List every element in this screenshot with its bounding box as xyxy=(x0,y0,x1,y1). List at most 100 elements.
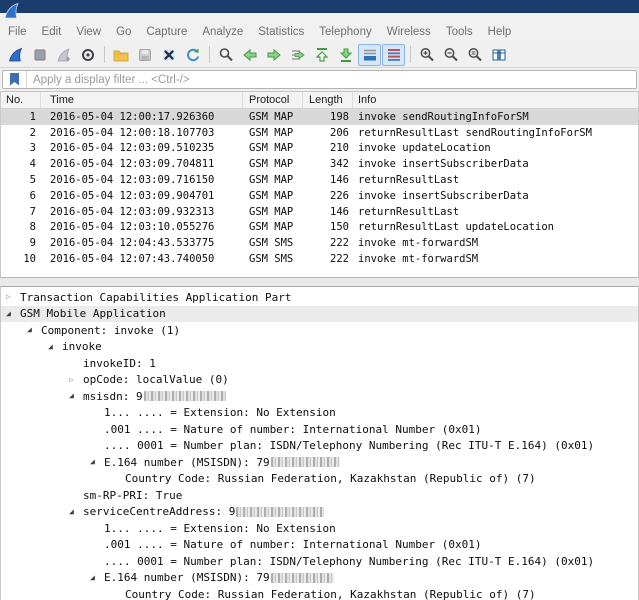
packet-row-2[interactable]: 2 2016-05-04 12:00:18.107703 GSM MAP 206 ret… xyxy=(1,125,638,141)
titlebar xyxy=(0,0,639,13)
detail-line-9[interactable]: .... 0001 = Number plan: ISDN/Telephony … xyxy=(1,438,638,455)
packet-row-10[interactable]: 10 2016-05-04 12:07:43.740050 GSM SMS 222 in… xyxy=(1,251,638,267)
pane-splitter[interactable] xyxy=(0,278,639,286)
packet-row-7[interactable]: 7 2016-05-04 12:03:09.932313 GSM MAP 146 ret… xyxy=(1,204,638,220)
go-forward-icon[interactable] xyxy=(262,44,285,66)
menu-tools[interactable]: Tools xyxy=(446,26,473,38)
zoom-out-icon[interactable] xyxy=(439,44,462,66)
tree-expanded-icon[interactable]: ◢ xyxy=(6,309,20,318)
tree-collapsed-icon[interactable]: ▷ xyxy=(6,293,20,301)
menu-help[interactable]: Help xyxy=(488,26,512,38)
detail-line-10[interactable]: ◢ E.164 number (MSISDN): 79 xyxy=(1,454,638,471)
reload-file-icon[interactable] xyxy=(181,44,204,66)
detail-line-17[interactable]: ◢ E.164 number (MSISDN): 79 xyxy=(1,570,638,587)
tree-expanded-icon[interactable]: ◢ xyxy=(90,458,104,466)
menu-capture[interactable]: Capture xyxy=(146,26,187,38)
detail-line-14[interactable]: 1... .... = Extension: No Extension xyxy=(1,520,638,537)
cell-no: 6 xyxy=(29,189,36,202)
tree-expanded-icon[interactable]: ◢ xyxy=(90,573,104,582)
detail-text: serviceCentreAddress: 9 xyxy=(83,505,236,519)
packet-row-9[interactable]: 9 2016-05-04 12:04:43.533775 GSM SMS 222 inv… xyxy=(1,235,638,251)
column-header-time[interactable]: Time xyxy=(41,92,243,108)
detail-text: .001 .... = Nature of number: Internatio… xyxy=(104,422,482,436)
detail-text: .... 0001 = Number plan: ISDN/Telephony … xyxy=(104,439,595,453)
detail-line-4[interactable]: invokeID: 1 xyxy=(1,355,638,372)
menu-go[interactable]: Go xyxy=(116,26,131,38)
column-header-length[interactable]: Length xyxy=(303,92,353,108)
detail-line-2[interactable]: ◢ Component: invoke (1) xyxy=(1,322,638,339)
cell-time: 2016-05-04 12:04:43.533775 xyxy=(50,237,215,250)
cell-info: returnResultLast updateLocation xyxy=(358,221,554,234)
packet-row-1[interactable]: 1 2016-05-04 12:00:17.926360 GSM MAP 198 inv… xyxy=(1,109,638,125)
detail-text: E.164 number (MSISDN): 79 xyxy=(104,455,270,469)
packet-row-3[interactable]: 3 2016-05-04 12:03:09.510235 GSM MAP 210 inv… xyxy=(1,141,638,157)
detail-line-0[interactable]: ▷ Transaction Capabilities Application Pa… xyxy=(1,289,638,306)
detail-line-5[interactable]: ▷ opCode: localValue (0) xyxy=(1,372,638,389)
cell-prot: GSM MAP xyxy=(249,221,294,234)
start-capture-fin-icon[interactable] xyxy=(4,44,27,66)
menu-bar: File Edit View Go Capture Analyze Statistics Te… xyxy=(0,22,639,42)
zoom-in-icon[interactable] xyxy=(415,44,438,66)
column-header-info[interactable]: Info xyxy=(353,92,638,108)
auto-scroll-icon[interactable] xyxy=(358,43,381,66)
detail-line-11[interactable]: Country Code: Russian Federation, Kazakh… xyxy=(1,471,638,488)
save-file-icon[interactable] xyxy=(133,44,156,66)
packet-row-8[interactable]: 8 2016-05-04 12:03:10.055276 GSM MAP 150 ret… xyxy=(1,220,638,236)
detail-line-6[interactable]: ◢ msisdn: 9 xyxy=(1,388,638,405)
menu-edit[interactable]: Edit xyxy=(42,26,62,38)
cell-info: invoke insertSubscriberData xyxy=(358,189,529,202)
cell-no: 7 xyxy=(29,205,36,218)
detail-text: .001 .... = Nature of number: Internatio… xyxy=(104,538,482,552)
cell-no: 5 xyxy=(29,174,36,187)
detail-line-3[interactable]: ◢ invoke xyxy=(1,339,638,356)
display-filter-input[interactable]: Apply a display filter ... <Ctrl-/> xyxy=(2,70,637,89)
detail-line-15[interactable]: .001 .... = Nature of number: Internatio… xyxy=(1,537,638,554)
detail-line-16[interactable]: .... 0001 = Number plan: ISDN/Telephony … xyxy=(1,553,638,570)
detail-line-18[interactable]: Country Code: Russian Federation, Kazakh… xyxy=(1,586,638,600)
tree-collapsed-icon[interactable]: ▷ xyxy=(69,375,83,384)
menu-statistics[interactable]: Statistics xyxy=(258,26,304,38)
close-file-icon[interactable] xyxy=(157,44,180,66)
open-file-folder-icon[interactable] xyxy=(109,44,132,66)
cell-prot: GSM SMS xyxy=(249,237,294,250)
column-header-no[interactable]: No. xyxy=(1,92,41,108)
go-to-bottom-icon[interactable] xyxy=(334,44,357,66)
cell-time: 2016-05-04 12:03:09.716150 xyxy=(50,174,215,187)
menu-wireless[interactable]: Wireless xyxy=(387,26,431,38)
tree-expanded-icon[interactable]: ◢ xyxy=(27,326,41,334)
find-packet-icon[interactable] xyxy=(214,44,237,66)
tree-expanded-icon[interactable]: ◢ xyxy=(69,392,83,400)
go-back-icon[interactable] xyxy=(238,44,261,66)
resize-columns-icon[interactable] xyxy=(487,44,510,66)
cell-no: 1 xyxy=(29,110,36,123)
menu-analyze[interactable]: Analyze xyxy=(202,26,243,38)
column-header-protocol[interactable]: Protocol xyxy=(243,92,303,108)
tree-expanded-icon[interactable]: ◢ xyxy=(69,507,83,516)
packet-row-6[interactable]: 6 2016-05-04 12:03:09.904701 GSM MAP 226 inv… xyxy=(1,188,638,204)
detail-line-7[interactable]: 1... .... = Extension: No Extension xyxy=(1,405,638,422)
go-to-packet-icon[interactable] xyxy=(286,44,309,66)
packet-row-4[interactable]: 4 2016-05-04 12:03:09.704811 GSM MAP 342 inv… xyxy=(1,156,638,172)
detail-line-8[interactable]: .001 .... = Nature of number: Internatio… xyxy=(1,421,638,438)
capture-options-icon[interactable] xyxy=(76,44,99,66)
detail-line-13[interactable]: ◢ serviceCentreAddress: 9 xyxy=(1,504,638,521)
restart-capture-fin-icon[interactable] xyxy=(52,44,75,66)
colorize-packets-icon[interactable] xyxy=(382,43,405,66)
zoom-reset-icon[interactable] xyxy=(463,44,486,66)
filter-bookmark-button[interactable] xyxy=(3,71,27,88)
cell-info: invoke insertSubscriberData xyxy=(358,158,529,171)
detail-line-12[interactable]: sm-RP-PRI: True xyxy=(1,487,638,504)
stop-capture-icon[interactable] xyxy=(28,44,51,66)
menu-file[interactable]: File xyxy=(8,26,27,38)
cell-info: returnResultLast sendRoutingInfoForSM xyxy=(358,126,592,139)
detail-line-1[interactable]: ◢ GSM Mobile Application xyxy=(1,305,638,322)
packet-row-5[interactable]: 5 2016-05-04 12:03:09.716150 GSM MAP 146 ret… xyxy=(1,172,638,188)
menu-telephony[interactable]: Telephony xyxy=(319,26,371,38)
tree-expanded-icon[interactable]: ◢ xyxy=(48,342,62,351)
go-to-top-icon[interactable] xyxy=(310,44,333,66)
detail-text: .... 0001 = Number plan: ISDN/Telephony … xyxy=(104,554,595,568)
cell-time: 2016-05-04 12:03:10.055276 xyxy=(50,221,215,234)
detail-text: E.164 number (MSISDN): 79 xyxy=(104,571,270,585)
menu-view[interactable]: View xyxy=(76,26,101,38)
cell-len: 206 xyxy=(330,126,349,139)
